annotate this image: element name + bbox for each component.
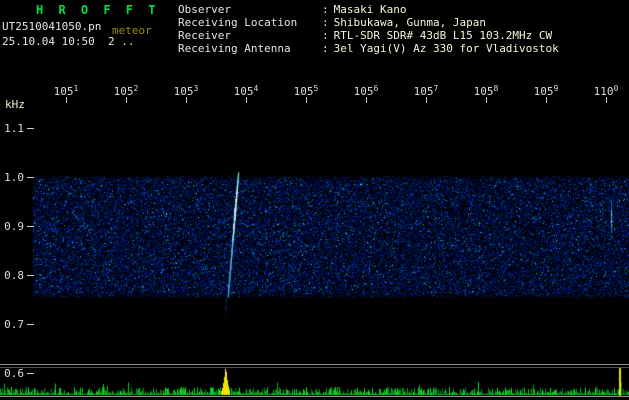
info-label: Receiving Location	[178, 16, 298, 29]
x-tick-sup: 0	[613, 84, 619, 93]
filename-label: UT2510041050.pn	[2, 20, 102, 33]
power-strip-inner-line	[0, 367, 629, 368]
y-tick-mark	[27, 226, 34, 227]
x-tick-label: 1055	[288, 84, 324, 98]
x-tick-mark	[306, 97, 307, 103]
x-tick-mark	[486, 97, 487, 103]
x-tick-mark	[366, 97, 367, 103]
info-value: 3el Yagi(V) Az 330 for Vladivostok	[333, 42, 559, 55]
x-tick-label: 1056	[348, 84, 384, 98]
y-tick-label: 1.1	[4, 122, 24, 135]
y-tick-mark	[27, 128, 34, 129]
x-tick-base: 105	[353, 85, 374, 98]
x-tick-sup: 8	[493, 84, 499, 93]
x-tick-sup: 5	[313, 84, 319, 93]
x-tick-label: 1100	[588, 84, 624, 98]
info-value: Shibukawa, Gunma, Japan	[333, 16, 486, 29]
info-separator: :	[322, 3, 329, 16]
x-tick-base: 105	[293, 85, 314, 98]
info-value: Masaki Kano	[333, 3, 407, 16]
y-tick-label: 0.8	[4, 269, 24, 282]
x-tick-base: 105	[53, 85, 74, 98]
y-tick-label: 0.9	[4, 220, 24, 233]
x-tick-label: 1052	[108, 84, 144, 98]
x-tick-mark	[66, 97, 67, 103]
x-tick-sup: 7	[433, 84, 439, 93]
x-tick-sup: 1	[73, 84, 79, 93]
y-tick-mark	[27, 324, 34, 325]
x-tick-base: 105	[173, 85, 194, 98]
x-tick-base: 105	[473, 85, 494, 98]
x-tick-label: 1054	[228, 84, 264, 98]
x-tick-mark	[186, 97, 187, 103]
x-tick-mark	[606, 97, 607, 103]
info-row: Receiving Antenna:3el Yagi(V) Az 330 for…	[178, 42, 559, 55]
info-separator: :	[322, 42, 329, 55]
x-tick-label: 1057	[408, 84, 444, 98]
y-tick-label: 1.0	[4, 171, 24, 184]
hrofft-screen: H R O F F T UT2510041050.pn meteor 25.10…	[0, 0, 629, 400]
power-strip-top-line	[0, 364, 629, 365]
y-axis-unit-label: kHz	[5, 98, 25, 111]
spectrogram-canvas	[0, 0, 629, 400]
y-tick-label: 0.7	[4, 318, 24, 331]
x-tick-label: 1051	[48, 84, 84, 98]
x-tick-mark	[246, 97, 247, 103]
x-tick-mark	[126, 97, 127, 103]
x-tick-base: 105	[533, 85, 554, 98]
x-tick-sup: 6	[373, 84, 379, 93]
info-row: Observer: Masaki Kano	[178, 3, 406, 16]
y-tick-label: 0.6	[4, 367, 24, 380]
info-label: Observer	[178, 3, 231, 16]
x-tick-label: 1058	[468, 84, 504, 98]
x-tick-mark	[546, 97, 547, 103]
y-tick-mark	[27, 177, 34, 178]
x-tick-sup: 9	[553, 84, 559, 93]
info-value: RTL-SDR SDR# 43dB L15 103.2MHz CW	[333, 29, 553, 42]
x-tick-sup: 2	[133, 84, 139, 93]
x-tick-base: 105	[233, 85, 254, 98]
info-separator: :	[322, 16, 329, 29]
info-label: Receiver	[178, 29, 231, 42]
power-strip-bottom-line	[0, 396, 629, 397]
app-title: H R O F F T	[36, 3, 160, 17]
y-tick-mark	[27, 275, 34, 276]
x-tick-mark	[426, 97, 427, 103]
info-row: Receiver: RTL-SDR SDR# 43dB L15 103.2MHz …	[178, 29, 552, 42]
info-separator: :	[322, 29, 329, 42]
y-tick-mark	[27, 373, 34, 374]
info-label: Receiving Antenna	[178, 42, 291, 55]
info-row: Receiving Location: Shibukawa, Gunma, Jap…	[178, 16, 486, 29]
x-tick-base: 110	[593, 85, 614, 98]
x-tick-sup: 3	[193, 84, 199, 93]
x-tick-sup: 4	[253, 84, 259, 93]
datetime-label: 25.10.04 10:50 2 ..	[2, 35, 135, 48]
x-tick-base: 105	[113, 85, 134, 98]
x-tick-label: 1059	[528, 84, 564, 98]
x-tick-base: 105	[413, 85, 434, 98]
x-tick-label: 1053	[168, 84, 204, 98]
